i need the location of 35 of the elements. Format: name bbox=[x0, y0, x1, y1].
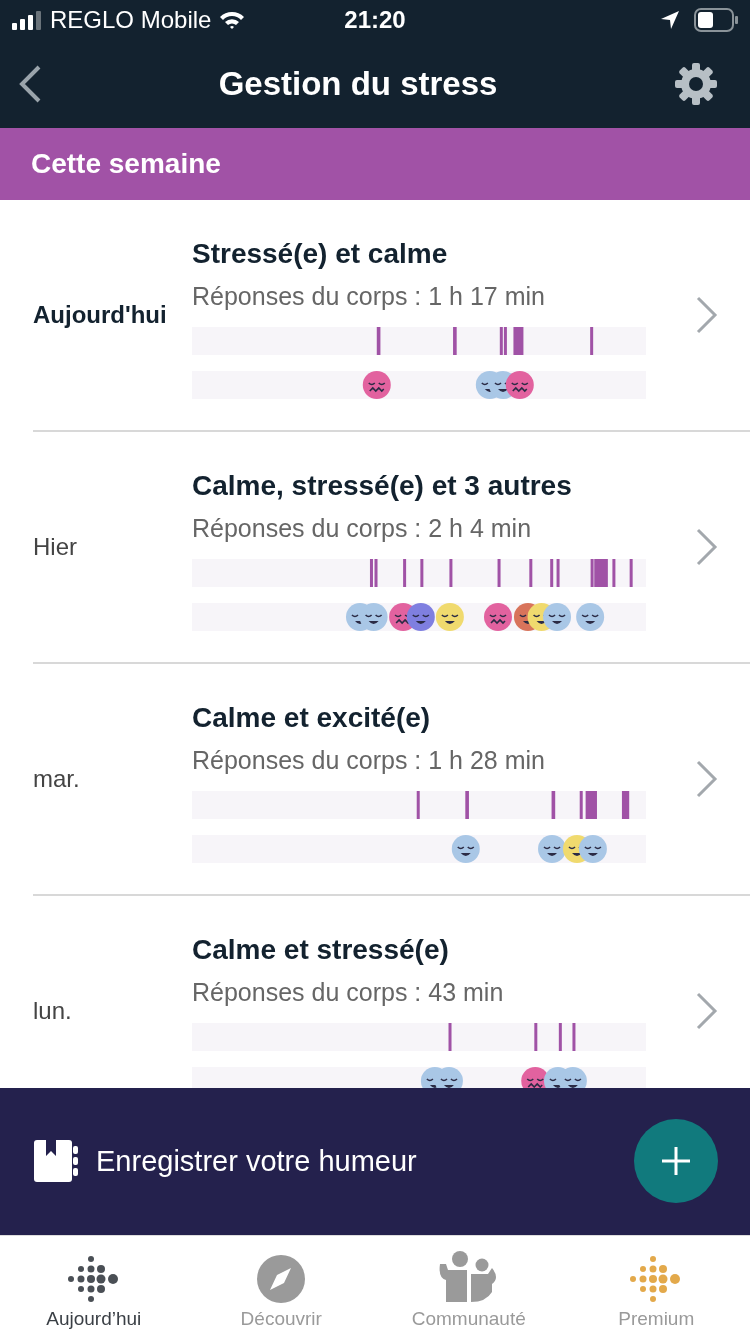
chevron-right-icon[interactable] bbox=[696, 527, 718, 566]
tab-item[interactable]: Aujourd’hui bbox=[0, 1236, 188, 1334]
day-label: Aujourd'hui bbox=[33, 300, 168, 329]
journal-icon bbox=[32, 1138, 78, 1185]
signal-icon bbox=[12, 9, 42, 30]
day-label: mar. bbox=[33, 764, 81, 793]
chevron-right-icon[interactable] bbox=[696, 759, 718, 798]
plus-icon bbox=[660, 1145, 692, 1178]
section-header: Cette semaine bbox=[0, 127, 750, 200]
wifi-icon bbox=[219, 9, 246, 30]
chevron-right-icon[interactable] bbox=[696, 991, 718, 1030]
day-summary-title: Stressé(e) et calme bbox=[192, 236, 449, 271]
chevron-right-icon[interactable] bbox=[696, 295, 718, 334]
clock-time: 21:20 bbox=[344, 5, 406, 34]
tab-item[interactable]: Premium bbox=[562, 1236, 750, 1334]
location-arrow-icon bbox=[660, 9, 680, 30]
back-icon[interactable] bbox=[18, 64, 42, 103]
body-responses-text: Réponses du corps : 1 h 17 min bbox=[192, 280, 546, 311]
battery-icon bbox=[694, 7, 738, 32]
day-summary-title: Calme et excité(e) bbox=[192, 700, 432, 735]
compass-icon bbox=[256, 1254, 307, 1304]
body-responses-text: Réponses du corps : 1 h 28 min bbox=[192, 744, 546, 775]
log-mood-label: Enregistrer votre humeur bbox=[96, 1144, 418, 1178]
day-summary-title: Calme et stressé(e) bbox=[192, 932, 450, 967]
tab-item[interactable]: Découvrir bbox=[187, 1236, 375, 1334]
day-label: Hier bbox=[33, 532, 78, 561]
settings-icon[interactable] bbox=[674, 61, 718, 106]
body-responses-text: Réponses du corps : 2 h 4 min bbox=[192, 512, 533, 543]
carrier-name: REGLO Mobile bbox=[50, 5, 212, 34]
tab-item[interactable]: Communauté bbox=[375, 1236, 563, 1334]
dots-logo-icon bbox=[66, 1254, 121, 1304]
page-title: Gestion du stress bbox=[218, 64, 498, 103]
day-label: lun. bbox=[33, 996, 73, 1025]
day-summary-title: Calme, stressé(e) et 3 autres bbox=[192, 468, 573, 503]
body-responses-text: Réponses du corps : 43 min bbox=[192, 976, 505, 1007]
